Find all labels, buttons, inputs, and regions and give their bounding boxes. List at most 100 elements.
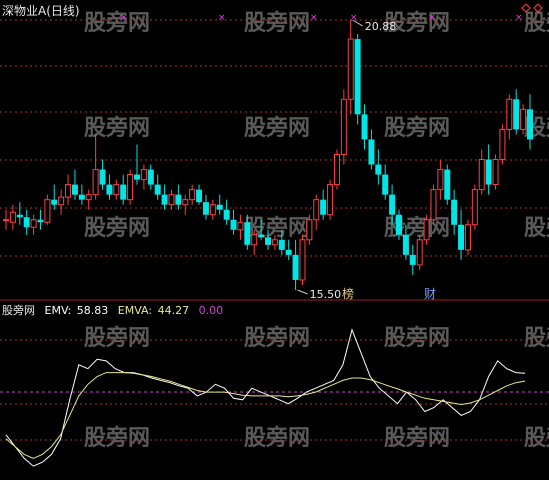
candle-body-down	[368, 139, 375, 165]
chart-title: 深物业A(日线)	[2, 4, 80, 18]
candle-body-down	[71, 184, 78, 195]
candle-body-down	[37, 219, 44, 223]
candle-body-down	[23, 217, 30, 228]
candle-body-up	[85, 194, 92, 201]
watermark-text: 股旁网	[84, 325, 150, 351]
candle-body-up	[113, 184, 120, 196]
candle-body-down	[230, 219, 237, 230]
candle-body-down	[147, 169, 154, 185]
candle-body-up	[271, 239, 278, 246]
indicator-name: 股旁网	[2, 304, 35, 317]
watermark-text: 股旁网	[244, 115, 310, 141]
watermark-text: 股旁网	[524, 215, 549, 241]
candle-body-down	[154, 184, 161, 195]
candle-body-up	[340, 98, 347, 155]
candle-body-down	[278, 239, 285, 250]
candle-body-down	[354, 39, 361, 115]
top-marker: ×	[218, 13, 226, 23]
candle-body-down	[99, 169, 106, 185]
top-marker: ×	[515, 13, 523, 23]
candle-body-up	[182, 199, 189, 206]
candle-body-down	[51, 199, 58, 205]
candle-body-up	[437, 169, 444, 191]
candle-body-up	[471, 189, 478, 226]
candle-body-up	[430, 189, 437, 221]
candle-body-down	[285, 249, 292, 255]
watermark-text: 股旁网	[524, 10, 549, 36]
candle-body-up	[251, 234, 258, 246]
indicator-header: 股旁网 EMV: 58.83 EMVA: 44.27 0.00	[2, 302, 229, 318]
candle-body-down	[396, 214, 402, 235]
candle-body-down	[196, 189, 203, 203]
candle-body-up	[520, 108, 527, 130]
emva-value: 44.27	[157, 304, 190, 317]
candle-body-down	[389, 194, 396, 215]
candle-body-up	[209, 204, 216, 216]
watermark-text: 股旁网	[84, 425, 150, 451]
candle-body-up	[44, 199, 51, 223]
watermark-text: 股旁网	[384, 325, 450, 351]
high-price-label: 20.88	[365, 20, 397, 33]
top-marker: ×	[310, 13, 318, 23]
candle-body-down	[402, 234, 409, 255]
watermark-text: 股旁网	[84, 115, 150, 141]
candle-body-down	[458, 224, 465, 250]
watermark-text: 股旁网	[84, 215, 150, 241]
candle-body-up	[92, 169, 99, 196]
candle-body-down	[265, 237, 271, 245]
candle-body-down	[216, 204, 223, 210]
watermark-text: 股旁网	[84, 10, 150, 36]
candle-body-down	[161, 194, 168, 205]
candle-body-down	[375, 164, 382, 175]
top-marker: ×	[350, 13, 358, 23]
candle-body-up	[416, 239, 423, 266]
candle-body-down	[175, 194, 182, 205]
watermark-text: 股旁网	[384, 425, 450, 451]
candle-body-up	[58, 196, 65, 206]
candle-body-down	[78, 194, 85, 200]
candle-body-up	[423, 219, 430, 241]
low-price-label: 15.50	[310, 288, 342, 301]
watermark-text: 股旁网	[524, 325, 549, 351]
candle-body-down	[320, 199, 327, 215]
watermark-text: 股旁网	[244, 10, 310, 36]
candle-body-up	[499, 128, 506, 161]
candle-body-down	[485, 159, 492, 185]
candle-body-up	[65, 184, 72, 198]
event-mark: 财	[424, 287, 436, 301]
candle-body-up	[140, 169, 147, 181]
zero-value: 0.00	[198, 304, 224, 317]
event-mark: 榜	[342, 286, 354, 301]
candle-body-up	[478, 159, 485, 191]
candle-body-down	[444, 169, 451, 200]
candle-body-down	[106, 184, 113, 195]
candle-body-up	[306, 219, 313, 241]
candle-body-up	[327, 184, 334, 216]
watermark-text: 股旁网	[244, 325, 310, 351]
candle-body-up	[313, 199, 320, 221]
candle-body-up	[168, 194, 175, 206]
candle-body-up	[3, 219, 9, 222]
candle-body-up	[127, 174, 134, 201]
candle-body-up	[9, 211, 16, 223]
candle-body-up	[347, 38, 354, 100]
watermark-text: 股旁网	[244, 425, 310, 451]
candle-body-down	[361, 114, 368, 140]
candle-body-down	[292, 254, 299, 280]
watermark-text: 股旁网	[384, 215, 450, 241]
candle-body-up	[333, 153, 340, 186]
candle-body-down	[120, 184, 127, 200]
candle-body-up	[189, 189, 196, 201]
watermark-text: 股旁网	[524, 425, 549, 451]
candle-body-down	[513, 99, 520, 130]
candle-body-down	[16, 214, 23, 218]
emva-label: EMVA:	[117, 304, 153, 317]
candle-body-up	[299, 239, 306, 281]
chart-canvas: 股旁网股旁网股旁网股旁网股旁网股旁网股旁网股旁网股旁网股旁网股旁网股旁网股旁网股…	[0, 3, 549, 467]
stock-chart[interactable]: 股旁网股旁网股旁网股旁网股旁网股旁网股旁网股旁网股旁网股旁网股旁网股旁网股旁网股…	[0, 0, 549, 476]
candle-body-up	[492, 159, 499, 186]
candle-body-up	[30, 219, 37, 228]
candle-body-up	[506, 98, 513, 130]
candle-body-down	[409, 254, 416, 265]
candle-body-down	[223, 209, 230, 220]
